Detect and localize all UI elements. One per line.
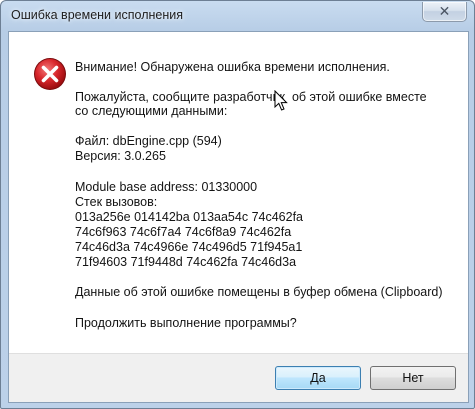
message-line-clipboard: Данные об этой ошибке помещены в буфер о… (75, 285, 443, 299)
window-title: Ошибка времени исполнения (11, 8, 183, 22)
stack-line: 71f94603 71f9448d 74c462fa 74c46d3a (75, 255, 297, 269)
dialog-content: Внимание! Обнаружена ошибка времени испо… (8, 31, 469, 403)
message-line-file: Файл: dbEngine.cpp (594) (75, 134, 222, 148)
no-button[interactable]: Нет (370, 366, 456, 390)
mouse-cursor-icon (274, 90, 288, 111)
message-line-stack-header: Стек вызовов: (75, 195, 158, 209)
title-bar[interactable]: Ошибка времени исполнения ✕ (1, 1, 474, 31)
message-line-warning: Внимание! Обнаружена ошибка времени испо… (75, 60, 390, 74)
stack-line: 013a256e 014142ba 013aa54c 74c462fa (75, 210, 303, 224)
close-button[interactable]: ✕ (422, 2, 467, 22)
stack-line: 74c46d3a 74c4966e 74c496d5 71f945a1 (75, 240, 303, 254)
close-icon: ✕ (438, 3, 451, 19)
error-icon (34, 58, 66, 90)
stack-line: 74c6f963 74c6f7a4 74c6f8a9 74c462fa (75, 225, 292, 239)
message-line-request-cont: со следующими данными: (75, 104, 228, 118)
button-bar: Да Нет (9, 353, 468, 402)
message-line-base-address: Module base address: 01330000 (75, 180, 258, 194)
message-line-question: Продолжить выполнение программы? (75, 316, 297, 330)
message-line-version: Версия: 3.0.265 (75, 149, 166, 163)
message-line-request: Пожалуйста, сообщите разработчик об этой… (75, 90, 427, 104)
dialog-window: Ошибка времени исполнения ✕ Внимание! Об… (0, 0, 475, 409)
yes-button[interactable]: Да (275, 366, 361, 390)
